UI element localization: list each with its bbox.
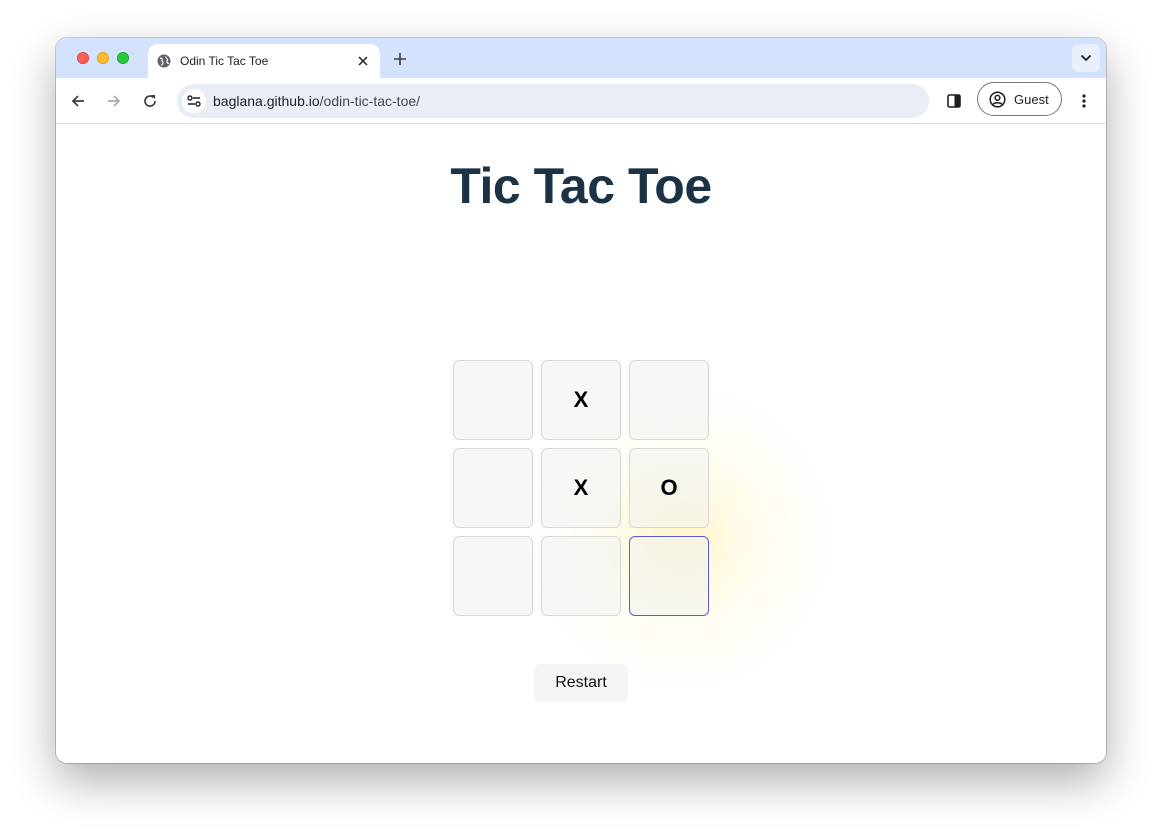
close-icon (358, 56, 368, 66)
board-cell-6[interactable]: O (629, 448, 709, 528)
page-viewport: Tic Tac Toe X X O Restart (56, 125, 1106, 763)
close-window-button[interactable] (77, 52, 89, 64)
back-button[interactable] (65, 88, 91, 114)
board-cell-1[interactable] (453, 360, 533, 440)
url-text: baglana.github.io/odin-tic-tac-toe/ (213, 93, 420, 109)
board-cell-2[interactable]: X (541, 360, 621, 440)
tab-strip: Odin Tic Tac Toe (56, 38, 1106, 78)
board-cell-9[interactable] (629, 536, 709, 616)
board-cell-3[interactable] (629, 360, 709, 440)
side-panel-button[interactable] (941, 88, 967, 114)
browser-toolbar: baglana.github.io/odin-tic-tac-toe/ Gues… (56, 78, 1106, 124)
site-info-icon[interactable] (182, 89, 206, 113)
side-panel-icon (947, 94, 961, 108)
board-cell-8[interactable] (541, 536, 621, 616)
globe-icon (157, 54, 171, 68)
maximize-window-button[interactable] (117, 52, 129, 64)
address-bar[interactable]: baglana.github.io/odin-tic-tac-toe/ (177, 84, 929, 118)
account-circle-icon (989, 91, 1006, 108)
browser-tab[interactable]: Odin Tic Tac Toe (148, 44, 380, 78)
board-cell-7[interactable] (453, 536, 533, 616)
arrow-left-icon (71, 95, 84, 107)
menu-button[interactable] (1071, 88, 1097, 114)
board-cell-5[interactable]: X (541, 448, 621, 528)
url-host: baglana.github.io (213, 93, 320, 109)
reload-button[interactable] (137, 88, 163, 114)
browser-window: Odin Tic Tac Toe baglana.github.io/odin-… (56, 38, 1106, 763)
profile-label: Guest (1014, 92, 1049, 107)
url-path: /odin-tic-tac-toe/ (319, 93, 421, 109)
profile-button[interactable]: Guest (977, 82, 1062, 116)
forward-button[interactable] (101, 88, 127, 114)
reload-icon (144, 95, 156, 107)
game-board: X X O (453, 360, 709, 616)
new-tab-button[interactable] (389, 48, 411, 70)
minimize-window-button[interactable] (97, 52, 109, 64)
board-cell-4[interactable] (453, 448, 533, 528)
plus-icon (394, 53, 406, 65)
chevron-down-icon (1080, 54, 1092, 62)
arrow-right-icon (108, 95, 121, 107)
tab-close-button[interactable] (354, 52, 372, 70)
restart-button[interactable]: Restart (534, 664, 628, 702)
tab-search-button[interactable] (1072, 44, 1100, 72)
more-vert-icon (1082, 94, 1086, 108)
tab-title: Odin Tic Tac Toe (180, 54, 269, 68)
page-title: Tic Tac Toe (450, 158, 712, 214)
